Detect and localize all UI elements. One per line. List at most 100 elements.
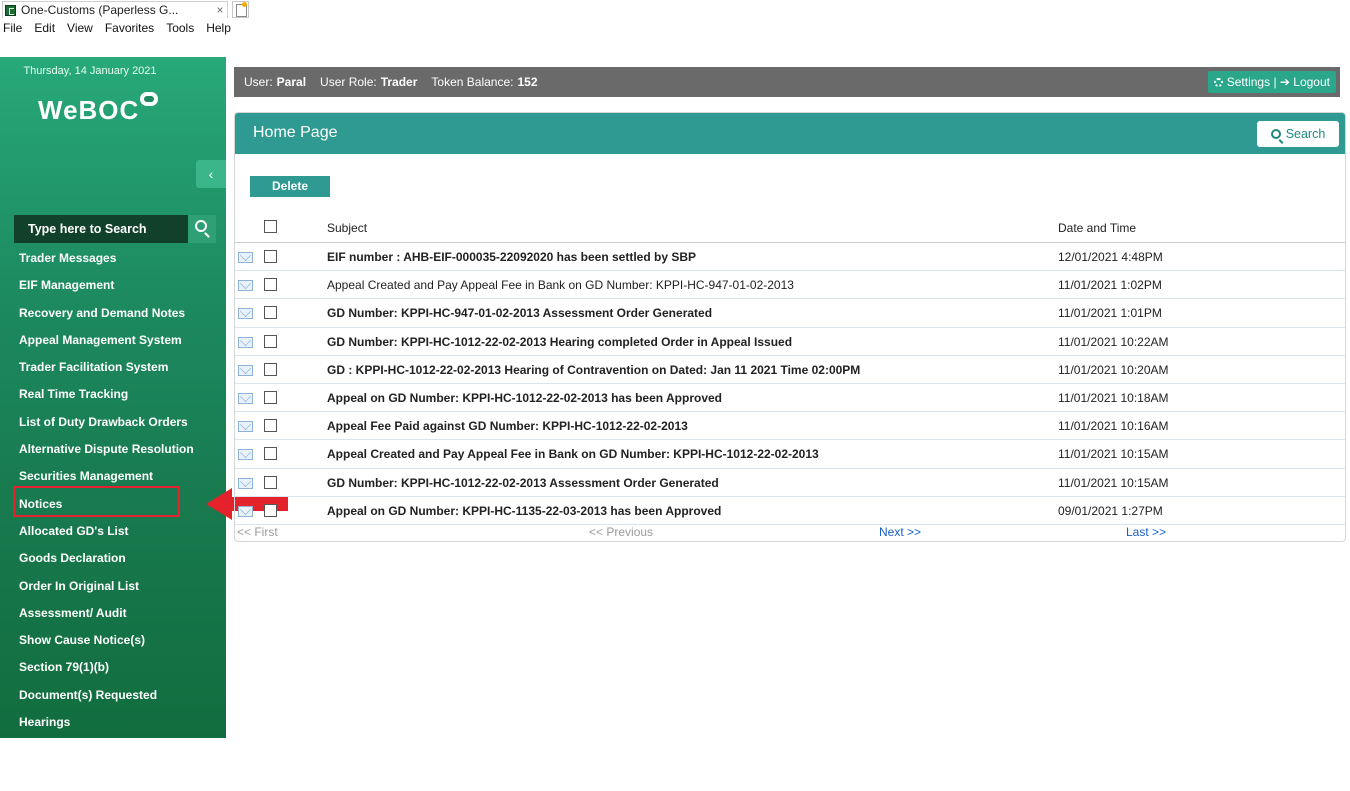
user-info-bar: User: Paral User Role: Trader Token Bala… [234, 67, 1340, 97]
search-button[interactable]: Search [1257, 121, 1339, 147]
message-subject[interactable]: Appeal Created and Pay Appeal Fee in Ban… [327, 278, 794, 292]
table-row[interactable]: GD Number: KPPI-HC-1012-22-02-2013 Heari… [235, 328, 1345, 356]
menu-edit[interactable]: Edit [28, 21, 61, 35]
sidebar-item-security[interactable]: Security [0, 764, 226, 791]
menu-favorites[interactable]: Favorites [99, 21, 160, 35]
logo-badge-icon [140, 92, 159, 106]
role-label: User Role: [320, 75, 377, 89]
table-row[interactable]: Appeal on GD Number: KPPI-HC-1012-22-02-… [235, 384, 1345, 413]
close-icon[interactable]: × [213, 3, 227, 17]
table-row[interactable]: Appeal on GD Number: KPPI-HC-1135-22-03-… [235, 497, 1345, 525]
sidebar-search-input[interactable]: Type here to Search [14, 215, 188, 243]
envelope-icon [238, 364, 253, 376]
envelope-icon [238, 449, 253, 461]
table-row[interactable]: GD Number: KPPI-HC-1012-22-02-2013 Asses… [235, 469, 1345, 497]
settings-logout-button[interactable]: Settings | ➔ Logout [1207, 71, 1336, 93]
select-all-checkbox[interactable] [264, 220, 277, 233]
sidebar-item-alternative-dispute-resolution[interactable]: Alternative Dispute Resolution [0, 436, 226, 463]
row-checkbox[interactable] [264, 503, 277, 517]
sidebar-collapse-button[interactable]: ‹ [196, 160, 226, 188]
table-row[interactable]: Appeal Fee Paid against GD Number: KPPI-… [235, 412, 1345, 441]
table-row[interactable]: GD : KPPI-HC-1012-22-02-2013 Hearing of … [235, 356, 1345, 384]
envelope-icon [238, 336, 253, 348]
envelope-icon [238, 421, 253, 433]
sidebar-item-trader-messages[interactable]: Trader Messages [0, 245, 226, 272]
message-datetime: 11/01/2021 10:15AM [1058, 475, 1169, 490]
row-checkbox[interactable] [264, 419, 277, 433]
sidebar-item-section-79[interactable]: Section - 79 [0, 736, 226, 763]
delete-button[interactable]: Delete [250, 176, 330, 197]
row-checkbox[interactable] [264, 475, 277, 489]
user-role: Trader [380, 75, 418, 89]
table-row[interactable]: Appeal Created and Pay Appeal Fee in Ban… [235, 440, 1345, 469]
column-datetime: Date and Time [1058, 221, 1137, 235]
search-icon [1270, 129, 1281, 139]
message-subject[interactable]: Appeal on GD Number: KPPI-HC-1135-22-03-… [327, 504, 721, 518]
sidebar-item-assessment-audit[interactable]: Assessment/ Audit [0, 600, 226, 627]
sidebar-item-real-time-tracking[interactable]: Real Time Tracking [0, 381, 226, 408]
row-checkbox[interactable] [264, 447, 277, 461]
message-subject[interactable]: GD : KPPI-HC-1012-22-02-2013 Hearing of … [327, 363, 860, 377]
sidebar-item-goods-declaration[interactable]: Goods Declaration [0, 545, 226, 572]
row-checkbox[interactable] [264, 306, 277, 320]
sidebar-item-hearings[interactable]: Hearings [0, 709, 226, 736]
row-checkbox[interactable] [264, 390, 277, 404]
envelope-icon [238, 392, 253, 404]
message-datetime: 11/01/2021 1:02PM [1058, 278, 1162, 293]
pager-first[interactable]: << First [237, 525, 278, 539]
row-checkbox[interactable] [264, 334, 277, 348]
menu-file[interactable]: File [0, 21, 28, 35]
message-subject[interactable]: Appeal Created and Pay Appeal Fee in Ban… [327, 447, 819, 461]
message-datetime: 11/01/2021 10:22AM [1058, 334, 1169, 349]
menu-tools[interactable]: Tools [160, 21, 200, 35]
table-row[interactable]: GD Number: KPPI-HC-947-01-02-2013 Assess… [235, 299, 1345, 328]
sidebar-item-section-79-1-b[interactable]: Section 79(1)(b) [0, 654, 226, 681]
message-datetime: 11/01/2021 10:18AM [1058, 390, 1169, 405]
message-subject[interactable]: Appeal Fee Paid against GD Number: KPPI-… [327, 419, 688, 433]
page-title: Home Page [253, 124, 338, 141]
message-subject[interactable]: GD Number: KPPI-HC-1012-22-02-2013 Heari… [327, 335, 792, 349]
envelope-icon [238, 252, 253, 263]
table-row[interactable]: Appeal Created and Pay Appeal Fee in Ban… [235, 271, 1345, 300]
message-subject[interactable]: GD Number: KPPI-HC-1012-22-02-2013 Asses… [327, 476, 719, 490]
message-subject[interactable]: GD Number: KPPI-HC-947-01-02-2013 Assess… [327, 306, 712, 320]
sidebar-item-order-in-original-list[interactable]: Order In Original List [0, 573, 226, 600]
message-datetime: 11/01/2021 10:16AM [1058, 419, 1169, 434]
pager-previous[interactable]: << Previous [589, 525, 653, 539]
search-button-label: Search [1285, 127, 1326, 141]
menu-help[interactable]: Help [200, 21, 237, 35]
menu-view[interactable]: View [61, 21, 99, 35]
message-datetime: 11/01/2021 10:20AM [1058, 362, 1169, 377]
panel-header: Home Page Search [235, 113, 1345, 154]
sidebar-item-show-cause-notice-s[interactable]: Show Cause Notice(s) [0, 627, 226, 654]
pager-last[interactable]: Last >> [1126, 525, 1166, 539]
row-checkbox[interactable] [264, 362, 277, 376]
sidebar-item-appeal-management-system[interactable]: Appeal Management System [0, 327, 226, 354]
home-panel: Home Page Search Delete Subject Date and… [234, 112, 1346, 542]
sidebar-item-eif-management[interactable]: EIF Management [0, 272, 226, 299]
table-row[interactable]: EIF number : AHB-EIF-000035-22092020 has… [235, 243, 1345, 272]
browser-tab[interactable]: One-Customs (Paperless G... × [2, 1, 228, 18]
table-header: Subject Date and Time [235, 211, 1345, 243]
message-subject[interactable]: Appeal on GD Number: KPPI-HC-1012-22-02-… [327, 391, 722, 405]
sidebar-search-button[interactable] [188, 215, 216, 243]
sidebar-item-document-s-requested[interactable]: Document(s) Requested [0, 682, 226, 709]
site-favicon-icon [5, 4, 16, 16]
sidebar-item-trader-facilitation-system[interactable]: Trader Facilitation System [0, 354, 226, 381]
sidebar-menu: Trader Messages EIF Management Recovery an… [0, 245, 226, 791]
new-tab-icon[interactable] [232, 1, 249, 18]
envelope-icon [238, 280, 253, 292]
envelope-icon [238, 308, 253, 320]
sidebar-item-allocated-gd-s-list[interactable]: Allocated GD's List [0, 518, 226, 545]
pager-next[interactable]: Next >> [879, 525, 921, 539]
row-checkbox[interactable] [264, 250, 277, 263]
row-checkbox[interactable] [264, 278, 277, 292]
highlight-annotation-box [13, 486, 180, 517]
message-subject[interactable]: EIF number : AHB-EIF-000035-22092020 has… [327, 250, 696, 264]
browser-tabbar: One-Customs (Paperless G... × [0, 0, 1350, 18]
sidebar-item-list-of-duty-drawback-orders[interactable]: List of Duty Drawback Orders [0, 409, 226, 436]
envelope-icon [238, 477, 253, 489]
envelope-icon [238, 505, 253, 517]
tab-title: One-Customs (Paperless G... [21, 3, 179, 17]
sidebar-item-recovery-and-demand-notes[interactable]: Recovery and Demand Notes [0, 300, 226, 327]
